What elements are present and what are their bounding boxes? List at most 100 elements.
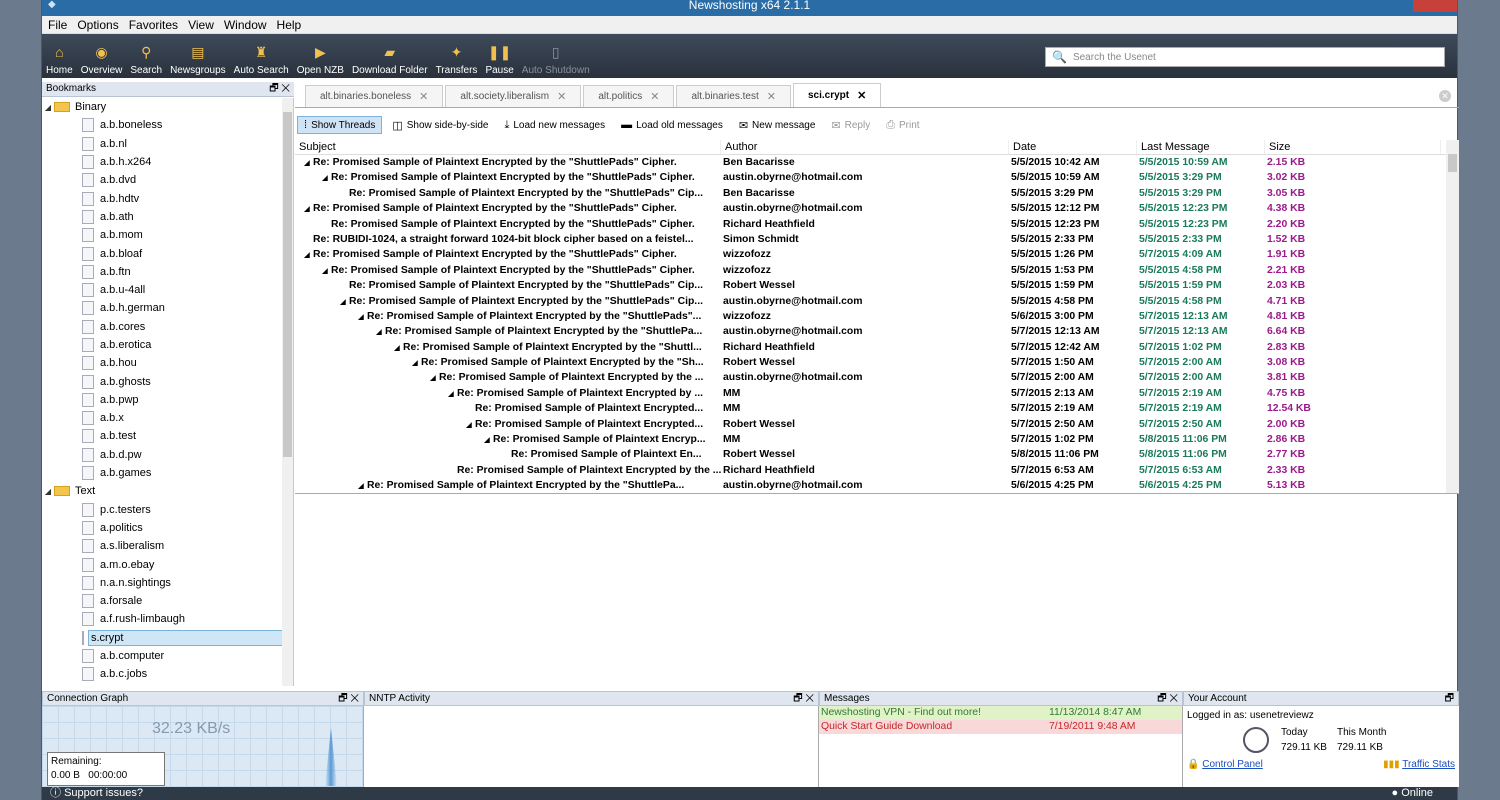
scroll-thumb[interactable] <box>1448 154 1457 172</box>
table-row[interactable]: ◢ Re: Promised Sample of Plaintext Encryp… <box>295 478 1459 493</box>
bookmark-item[interactable]: a.b.bloaf <box>42 244 293 262</box>
collapse-triangle-icon[interactable]: ◢ <box>355 479 367 493</box>
table-row[interactable]: ◢ Re: Promised Sample of Plaintext Encryp… <box>295 355 1459 370</box>
table-row[interactable]: Re: Promised Sample of Plaintext Encrypt… <box>295 463 1459 478</box>
menu-item-window[interactable]: Window <box>224 18 267 32</box>
bookmark-item[interactable]: a.b.c.jobs <box>42 665 293 683</box>
table-row[interactable]: ◢ Re: Promised Sample of Plaintext Encryp… <box>295 263 1459 278</box>
bookmark-item[interactable]: a.b.pwp <box>42 391 293 409</box>
toolbar-open-nzb-button[interactable]: ▶ Open NZB <box>293 34 348 78</box>
panel-controls[interactable]: 🗗 <box>1445 692 1454 705</box>
tab-close-icon[interactable]: ✕ <box>557 90 566 103</box>
tab-close-icon[interactable]: ✕ <box>767 90 776 103</box>
column-header-size[interactable]: Size <box>1265 140 1441 154</box>
collapse-triangle-icon[interactable]: ◢ <box>301 202 313 216</box>
control-panel-link[interactable]: 🔒 Control Panel <box>1187 759 1263 770</box>
bookmark-item[interactable]: a.b.nl <box>42 135 293 153</box>
toolbar-auto-search-button[interactable]: ♜ Auto Search <box>230 34 293 78</box>
tab-alt-binaries-test[interactable]: alt.binaries.test ✕ <box>676 85 791 107</box>
bookmark-item[interactable]: a.b.hou <box>42 354 293 372</box>
table-row[interactable]: ◢ Re: Promised Sample of Plaintext Encryp… <box>295 324 1459 339</box>
panel-controls[interactable]: 🗗 ✕ <box>338 692 359 705</box>
tab-alt-binaries-boneless[interactable]: alt.binaries.boneless ✕ <box>305 85 444 107</box>
collapse-triangle-icon[interactable]: ◢ <box>301 156 313 170</box>
collapse-triangle-icon[interactable]: ◢ <box>481 433 493 447</box>
table-row[interactable]: Re: Promised Sample of Plaintext Encrypt… <box>295 217 1459 232</box>
menu-item-file[interactable]: File <box>48 18 67 32</box>
close-all-tabs-icon[interactable]: ✕ <box>1439 90 1451 102</box>
menu-item-help[interactable]: Help <box>277 18 302 32</box>
toolbar-home-button[interactable]: ⌂ Home <box>42 34 77 78</box>
message-item[interactable]: Quick Start Guide Download 7/19/2011 9:48… <box>819 720 1182 734</box>
reply-button[interactable]: ✉ Reply <box>825 117 876 134</box>
bookmark-item[interactable]: a.politics <box>42 519 293 537</box>
bookmark-item[interactable]: a.b.ath <box>42 208 293 226</box>
bookmark-item[interactable]: a.b.h.x264 <box>42 153 293 171</box>
expand-triangle-icon[interactable]: ◢ <box>42 103 54 112</box>
traffic-stats-link[interactable]: ▮▮▮ Traffic Stats <box>1383 759 1455 770</box>
panel-controls[interactable]: 🗗 ✕ <box>269 82 290 96</box>
expand-triangle-icon[interactable]: ◢ <box>42 487 54 496</box>
toolbar-search-button[interactable]: ⚲ Search <box>126 34 166 78</box>
table-row[interactable]: ◢ Re: Promised Sample of Plaintext Encryp… <box>295 170 1459 185</box>
table-row[interactable]: ◢ Re: Promised Sample of Plaintext Encryp… <box>295 417 1459 432</box>
collapse-triangle-icon[interactable]: ◢ <box>319 171 331 185</box>
collapse-triangle-icon[interactable]: ◢ <box>319 264 331 278</box>
bookmark-item[interactable]: a.b.dvd <box>42 171 293 189</box>
collapse-triangle-icon[interactable]: ◢ <box>409 356 421 370</box>
table-row[interactable]: Re: Promised Sample of Plaintext En... Ro… <box>295 447 1459 462</box>
bookmark-item[interactable]: a.m.o.ebay <box>42 555 293 573</box>
table-row[interactable]: ◢ Re: Promised Sample of Plaintext Encryp… <box>295 432 1459 447</box>
bookmark-item[interactable]: a.f.rush-limbaugh <box>42 610 293 628</box>
tree-group-text[interactable]: ◢ Text <box>42 482 293 500</box>
bookmark-item[interactable]: a.b.u-4all <box>42 281 293 299</box>
collapse-triangle-icon[interactable]: ◢ <box>355 310 367 324</box>
new-message-button[interactable]: ✉ New message <box>733 117 822 134</box>
menu-item-favorites[interactable]: Favorites <box>129 18 178 32</box>
menu-item-options[interactable]: Options <box>77 18 118 32</box>
message-item[interactable]: Newshosting VPN - Find out more! 11/13/20… <box>819 706 1182 720</box>
bookmarks-scrollbar[interactable] <box>282 98 293 686</box>
bookmark-item[interactable]: a.b.h.german <box>42 299 293 317</box>
panel-controls[interactable]: 🗗 ✕ <box>1157 692 1178 705</box>
table-row[interactable]: ◢ Re: Promised Sample of Plaintext Encryp… <box>295 201 1459 216</box>
bookmark-item[interactable]: a.b.test <box>42 427 293 445</box>
bookmark-item[interactable]: a.b.d.pw <box>42 446 293 464</box>
table-row[interactable]: ◢ Re: Promised Sample of Plaintext Encryp… <box>295 155 1459 170</box>
menu-item-view[interactable]: View <box>188 18 214 32</box>
tab-close-icon[interactable]: ✕ <box>419 90 428 103</box>
bookmark-item[interactable]: a.b.hdtv <box>42 189 293 207</box>
grid-scrollbar[interactable] <box>1446 140 1459 493</box>
table-row[interactable]: ◢ Re: Promised Sample of Plaintext Encryp… <box>295 340 1459 355</box>
table-row[interactable]: ◢ Re: Promised Sample of Plaintext Encryp… <box>295 294 1459 309</box>
support-link[interactable]: Support issues? <box>64 787 143 799</box>
table-row[interactable]: Re: Promised Sample of Plaintext Encrypt… <box>295 278 1459 293</box>
bookmark-item[interactable]: a.b.mom <box>42 226 293 244</box>
bookmark-item[interactable]: a.b.cores <box>42 318 293 336</box>
column-header-subject[interactable]: Subject <box>295 140 721 154</box>
load-new-button[interactable]: ⤓ Load new messages <box>498 117 611 134</box>
side-by-side-button[interactable]: ◫ Show side-by-side <box>386 117 494 134</box>
collapse-triangle-icon[interactable]: ◢ <box>391 341 403 355</box>
tab-sci-crypt[interactable]: sci.crypt ✕ <box>792 83 882 107</box>
collapse-triangle-icon[interactable]: ◢ <box>337 295 349 309</box>
tab-alt-society-liberalism[interactable]: alt.society.liberalism ✕ <box>445 85 582 107</box>
bookmark-item[interactable]: a.b.games <box>42 464 293 482</box>
toolbar-download-folder-button[interactable]: ▰ Download Folder <box>348 34 432 78</box>
table-row[interactable]: Re: Promised Sample of Plaintext Encrypt… <box>295 186 1459 201</box>
collapse-triangle-icon[interactable]: ◢ <box>427 371 439 385</box>
collapse-triangle-icon[interactable]: ◢ <box>463 418 475 432</box>
tab-alt-politics[interactable]: alt.politics ✕ <box>583 85 675 107</box>
table-row[interactable]: ◢ Re: Promised Sample of Plaintext Encryp… <box>295 247 1459 262</box>
bookmark-item[interactable]: a.b.erotica <box>42 336 293 354</box>
tab-close-icon[interactable]: ✕ <box>857 89 866 102</box>
table-row[interactable]: Re: RUBIDI-1024, a straight forward 1024… <box>295 232 1459 247</box>
bookmark-item[interactable]: n.a.n.sightings <box>42 574 293 592</box>
table-row[interactable]: Re: Promised Sample of Plaintext Encrypt… <box>295 401 1459 416</box>
bookmark-item[interactable]: s.crypt <box>42 629 293 647</box>
window-close-button[interactable] <box>1413 0 1457 12</box>
tab-close-icon[interactable]: ✕ <box>650 90 659 103</box>
bookmark-item[interactable]: a.s.liberalism <box>42 537 293 555</box>
table-row[interactable]: ◢ Re: Promised Sample of Plaintext Encryp… <box>295 386 1459 401</box>
toolbar-pause-button[interactable]: ❚❚ Pause <box>481 34 517 78</box>
